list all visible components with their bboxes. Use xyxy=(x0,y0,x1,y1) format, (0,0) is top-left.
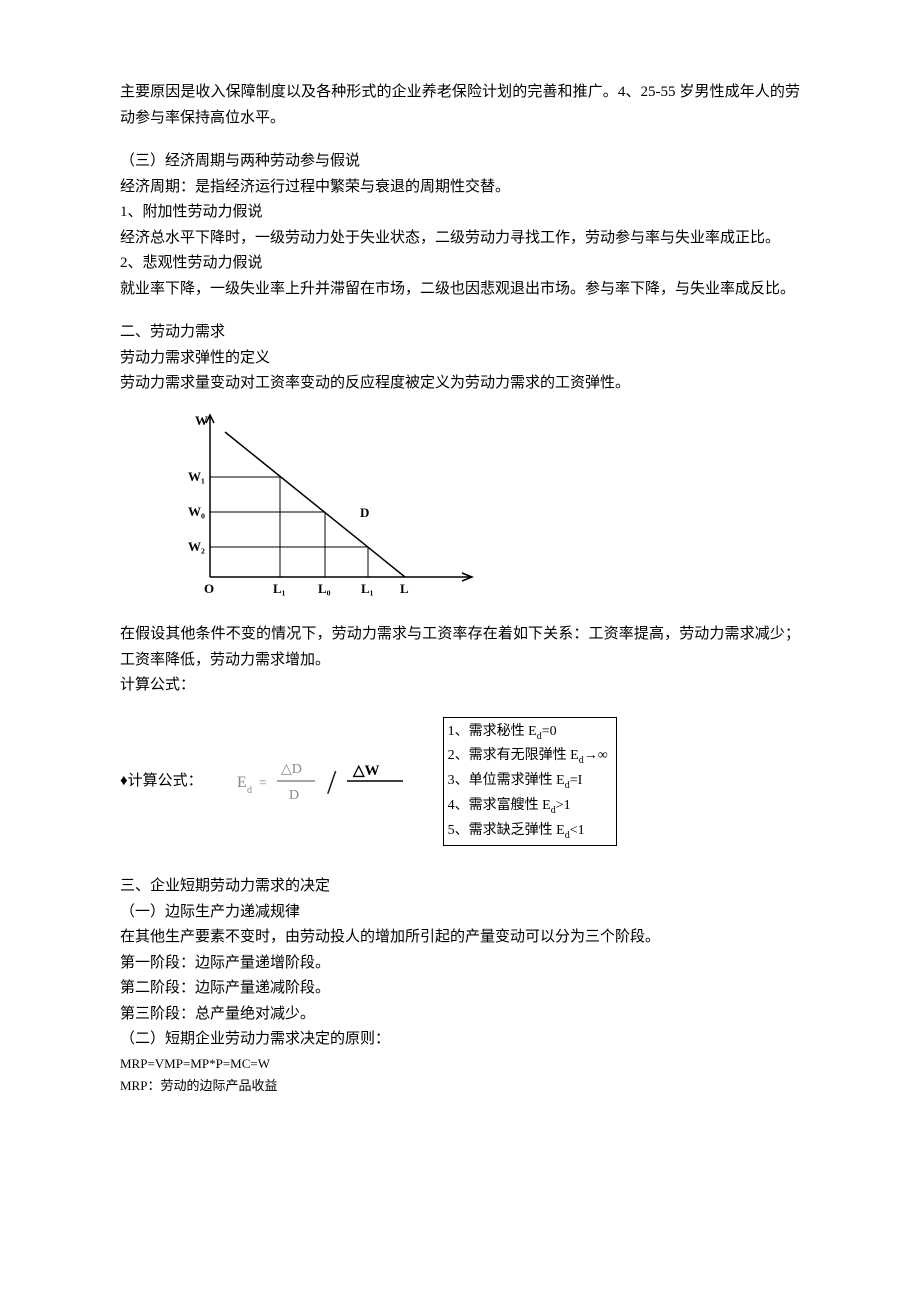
section-3: （三）经济周期与两种劳动参与假说 经济周期：是指经济运行过程中繁荣与衰退的周期性… xyxy=(120,149,800,302)
short-ph3: 第三阶段：总产量绝对减少。 xyxy=(120,1002,800,1028)
label-d: D xyxy=(360,505,369,520)
demand-relation: 在假设其他条件不变的情况下，劳动力需求与工资率存在着如下关系：工资率提高，劳动力… xyxy=(120,622,800,673)
short-run-section: 三、企业短期劳动力需求的决定 （一）边际生产力递减规律 在其他生产要素不变时，由… xyxy=(120,874,800,1097)
short-mrp: MRP：劳动的边际产品收益 xyxy=(120,1075,800,1097)
f-eq: = xyxy=(259,776,267,791)
formula-row: ♦计算公式： E d = △D D / △W 1、需求秘性 Ed=0 2、需求有… xyxy=(120,717,800,847)
short-title: 三、企业短期劳动力需求的决定 xyxy=(120,874,800,900)
short-ph2: 第二阶段：边际产量递减阶段。 xyxy=(120,976,800,1002)
intro-block: 主要原因是收入保障制度以及各种形式的企业养老保险计划的完善和推广。4、25-55… xyxy=(120,80,800,131)
demand-title: 二、劳动力需求 xyxy=(120,320,800,346)
sec3-title: （三）经济周期与两种劳动参与假说 xyxy=(120,149,800,175)
sec3-h1: 1、附加性劳动力假说 xyxy=(120,200,800,226)
demand-def: 劳动力需求量变动对工资率变动的反应程度被定义为劳动力需求的工资弹性。 xyxy=(120,371,800,397)
sec3-h2-body: 就业率下降，一级失业率上升并滞留在市场，二级也因悲观退出市场。参与率下降，与失业… xyxy=(120,277,800,303)
label-w2: W₂ xyxy=(188,539,205,554)
demand-graph: W W₁ W₀ W₂ O L₁ L₀ L₁ L D xyxy=(160,407,800,617)
case-4: 4、需求富艘性 Ed>1 xyxy=(448,794,608,819)
elasticity-cases-box: 1、需求秘性 Ed=0 2、需求有无限弹性 Ed→∞ 3、单位需求弹性 Ed=I… xyxy=(443,717,617,847)
label-l1b: L₁ xyxy=(361,581,374,596)
label-l1a: L₁ xyxy=(273,581,286,596)
label-o: O xyxy=(204,581,214,596)
sec3-def: 经济周期：是指经济运行过程中繁荣与衰退的周期性交替。 xyxy=(120,175,800,201)
demand-sub: 劳动力需求弹性的定义 xyxy=(120,346,800,372)
case-1: 1、需求秘性 Ed=0 xyxy=(448,720,608,745)
short-s1b: 在其他生产要素不变时，由劳动投人的增加所引起的产量变动可以分为三个阶段。 xyxy=(120,925,800,951)
document-page: 主要原因是收入保障制度以及各种形式的企业养老保险计划的完善和推广。4、25-55… xyxy=(0,0,920,1301)
label-w1: W₁ xyxy=(188,469,205,484)
case-2: 2、需求有无限弹性 Ed→∞ xyxy=(448,744,608,769)
axis-w-label: W xyxy=(195,413,208,428)
f-dw: △W xyxy=(352,763,380,779)
f-slash: / xyxy=(327,764,337,801)
f-ed: E xyxy=(237,774,247,791)
graph-svg: W W₁ W₀ W₂ O L₁ L₀ L₁ L D xyxy=(160,407,490,607)
f-den: D xyxy=(289,788,299,803)
label-l0: L₀ xyxy=(318,581,331,596)
demand-section: 二、劳动力需求 劳动力需求弹性的定义 劳动力需求量变动对工资率变动的反应程度被定… xyxy=(120,320,800,846)
label-w0: W₀ xyxy=(188,504,205,519)
short-eq: MRP=VMP=MP*P=MC=W xyxy=(120,1053,800,1075)
case-3: 3、单位需求弹性 Ed=I xyxy=(448,769,608,794)
formula-label: ♦计算公式： xyxy=(120,769,203,795)
case-5: 5、需求缺乏弹性 Ed<1 xyxy=(448,819,608,844)
f-d: d xyxy=(247,785,252,796)
short-s1t: （一）边际生产力递减规律 xyxy=(120,900,800,926)
f-dd: △D xyxy=(281,762,302,777)
elasticity-formula: E d = △D D / △W xyxy=(233,749,413,814)
sec3-h2: 2、悲观性劳动力假说 xyxy=(120,251,800,277)
sec3-h1-body: 经济总水平下降时，一级劳动力处于失业状态，二级劳动力寻找工作，劳动参与率与失业率… xyxy=(120,226,800,252)
short-s2t: （二）短期企业劳动力需求决定的原则： xyxy=(120,1027,800,1053)
intro-text: 主要原因是收入保障制度以及各种形式的企业养老保险计划的完善和推广。4、25-55… xyxy=(120,80,800,131)
axis-l-label: L xyxy=(400,581,409,596)
demand-calc: 计算公式： xyxy=(120,673,800,699)
short-ph1: 第一阶段：边际产量递增阶段。 xyxy=(120,951,800,977)
